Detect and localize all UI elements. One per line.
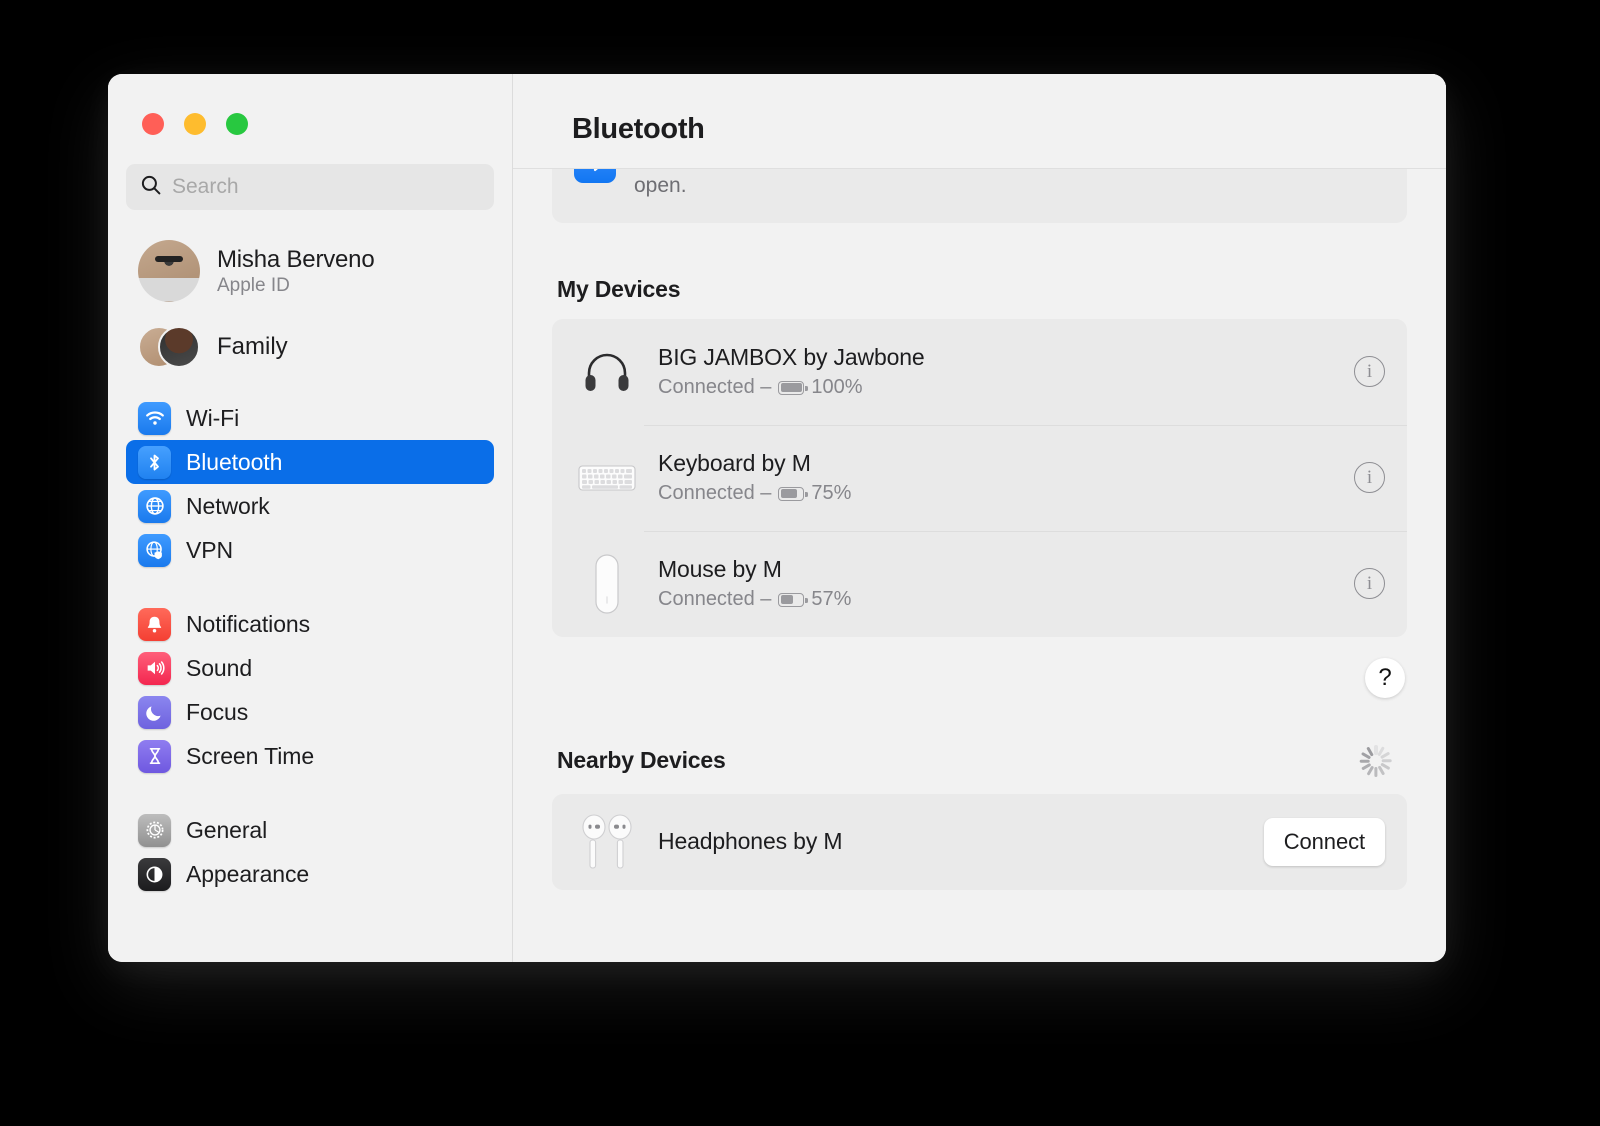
sidebar-item-label: Network [186, 492, 270, 519]
sidebar-item-label: Bluetooth [186, 448, 283, 475]
device-battery-text: 100% [811, 376, 863, 399]
keyboard-icon [576, 461, 638, 495]
help-button[interactable]: ? [1365, 657, 1405, 698]
content-header: Bluetooth [513, 74, 1446, 169]
bluetooth-icon [138, 445, 171, 479]
device-info-button[interactable]: i [1354, 356, 1385, 388]
nearby-devices-header: Nearby Devices [552, 744, 1407, 778]
my-devices-heading: My Devices [557, 275, 681, 302]
speaker-icon [138, 651, 171, 685]
search-input[interactable] [172, 175, 480, 199]
sidebar-item-sound[interactable]: Sound [126, 646, 494, 690]
sidebar-item-notifications[interactable]: Notifications [126, 602, 494, 646]
close-button[interactable] [142, 113, 164, 135]
device-status: Connected – 75% [658, 482, 1334, 505]
search-icon [140, 174, 162, 201]
nearby-devices-list: Headphones by M Connect [552, 793, 1407, 890]
device-status: Connected – 57% [658, 588, 1334, 611]
device-status-text: Connected – [658, 588, 772, 611]
zoom-button[interactable] [226, 113, 248, 135]
device-status-text: Connected – [658, 376, 772, 399]
sidebar-item-network[interactable]: Network [126, 484, 494, 528]
table-row[interactable]: BIG JAMBOX by Jawbone Connected – 100% i [552, 319, 1407, 425]
page-title: Bluetooth [572, 113, 705, 145]
hourglass-icon [138, 739, 171, 773]
family-row[interactable]: Family [126, 320, 494, 374]
family-label: Family [217, 333, 288, 360]
sidebar-item-general[interactable]: General [126, 808, 494, 852]
battery-icon [778, 592, 808, 607]
connect-button[interactable]: Connect [1263, 817, 1385, 866]
help-row: ? [552, 657, 1407, 698]
device-info-button[interactable]: i [1354, 568, 1385, 600]
bluetooth-icon [574, 169, 616, 183]
discoverable-text: This Mac is discoverable as “Desktop by … [634, 173, 687, 197]
table-row[interactable]: Mouse by M Connected – 57% i [552, 530, 1407, 637]
search-field[interactable] [126, 164, 494, 210]
table-row[interactable]: Keyboard by M Connected – 75% i [552, 424, 1407, 531]
discoverable-card: This Mac is discoverable as “Desktop by … [552, 169, 1407, 223]
sidebar-item-label: Wi-Fi [186, 404, 240, 431]
avatar [138, 240, 200, 302]
sidebar-item-screen-time[interactable]: Screen Time [126, 734, 494, 778]
sidebar-item-label: Appearance [186, 860, 310, 887]
device-battery-text: 57% [811, 588, 852, 611]
globe-icon [138, 489, 171, 523]
device-name: Keyboard by M [658, 450, 811, 477]
sidebar-item-vpn[interactable]: VPN [126, 528, 494, 572]
device-name: BIG JAMBOX by Jawbone [658, 344, 925, 371]
bell-icon [138, 607, 171, 641]
device-name: Mouse by M [658, 556, 782, 583]
device-status-text: Connected – [658, 482, 772, 505]
content-pane: Bluetooth This Mac is discoverable as “D… [513, 74, 1446, 962]
moon-icon [138, 695, 171, 729]
list-item[interactable]: Headphones by M Connect [552, 794, 1407, 890]
sidebar-item-label: General [186, 816, 268, 843]
my-devices-list: BIG JAMBOX by Jawbone Connected – 100% i [552, 318, 1407, 637]
sidebar-item-label: VPN [186, 536, 233, 563]
minimize-button[interactable] [184, 113, 206, 135]
device-status: Connected – 100% [658, 376, 1334, 399]
sidebar-item-wifi[interactable]: Wi-Fi [126, 396, 494, 440]
sidebar-item-label: Notifications [186, 610, 310, 637]
sidebar-item-bluetooth[interactable]: Bluetooth [126, 440, 494, 484]
appearance-icon [138, 857, 171, 891]
device-battery-text: 75% [811, 482, 852, 505]
apple-id-row[interactable]: Misha Berveno Apple ID [126, 234, 494, 308]
airpods-icon [576, 811, 638, 873]
wifi-icon [138, 401, 171, 435]
device-name: Headphones by M [658, 828, 843, 855]
mouse-icon [576, 553, 638, 615]
settings-scroll-area[interactable]: This Mac is discoverable as “Desktop by … [513, 169, 1446, 962]
family-avatars [138, 325, 200, 369]
sidebar: Misha Berveno Apple ID Family [108, 74, 513, 962]
sidebar-group-general: General Appearance [126, 808, 494, 896]
sidebar-group-system: Notifications Sound Focus Screen Time [126, 602, 494, 778]
sidebar-item-label: Screen Time [186, 742, 315, 769]
sidebar-group-network: Wi-Fi Bluetooth Network VPN [126, 396, 494, 572]
account-subtitle: Apple ID [217, 274, 290, 296]
settings-window: Misha Berveno Apple ID Family [108, 74, 1446, 962]
sidebar-item-label: Focus [186, 698, 249, 725]
gear-icon [138, 813, 171, 847]
sidebar-item-appearance[interactable]: Appearance [126, 852, 494, 896]
headphones-icon [576, 348, 638, 396]
battery-icon [778, 380, 808, 395]
window-controls [126, 74, 494, 135]
sidebar-item-focus[interactable]: Focus [126, 690, 494, 734]
device-info-button[interactable]: i [1354, 462, 1385, 494]
account-name: Misha Berveno [217, 245, 375, 273]
nearby-devices-heading: Nearby Devices [557, 747, 726, 774]
loading-spinner-icon [1359, 744, 1393, 778]
sidebar-item-label: Sound [186, 654, 253, 681]
vpn-globe-icon [138, 533, 171, 567]
battery-icon [778, 486, 808, 501]
